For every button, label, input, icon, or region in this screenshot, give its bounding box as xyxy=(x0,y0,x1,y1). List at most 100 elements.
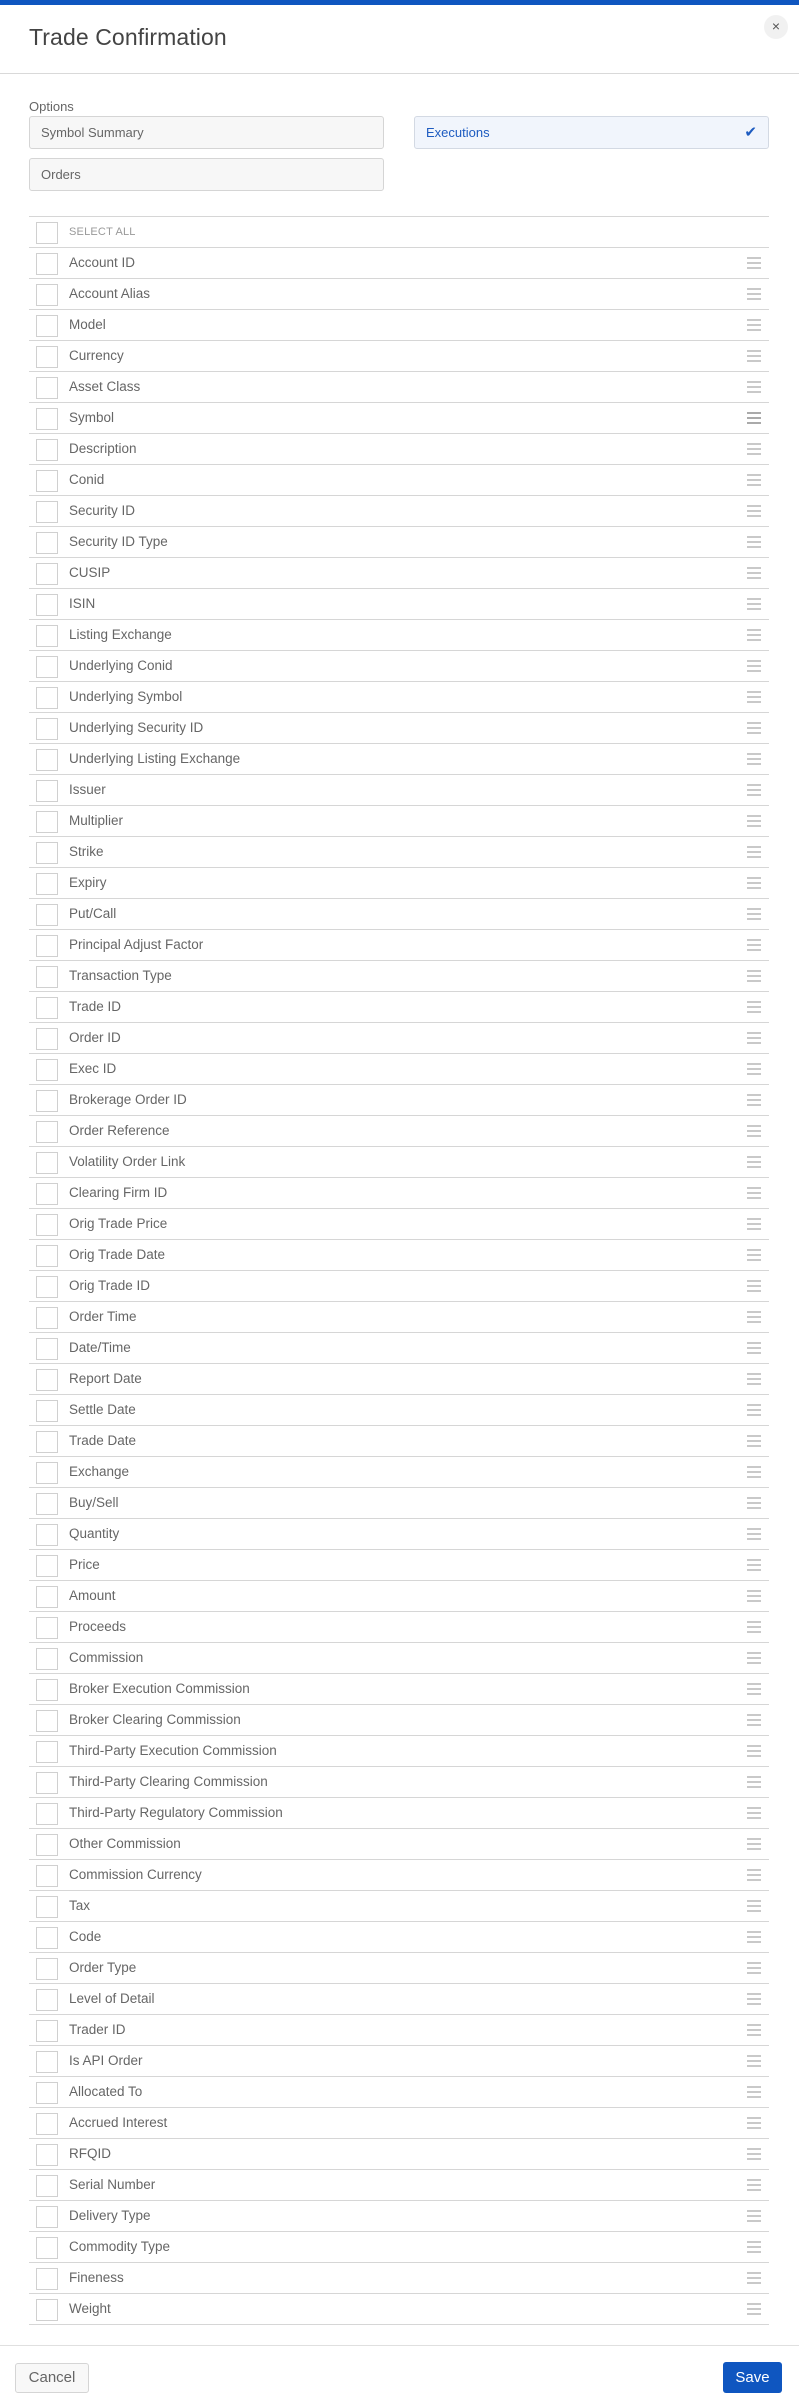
drag-handle-icon[interactable] xyxy=(747,1032,761,1044)
field-checkbox[interactable] xyxy=(36,2113,58,2135)
drag-handle-icon[interactable] xyxy=(747,1900,761,1912)
field-row[interactable]: Account ID xyxy=(29,248,769,279)
field-row[interactable]: Transaction Type xyxy=(29,961,769,992)
field-checkbox[interactable] xyxy=(36,966,58,988)
field-checkbox[interactable] xyxy=(36,1121,58,1143)
drag-handle-icon[interactable] xyxy=(747,691,761,703)
field-row[interactable]: Description xyxy=(29,434,769,465)
field-row[interactable]: Order Type xyxy=(29,1953,769,1984)
field-row[interactable]: Report Date xyxy=(29,1364,769,1395)
drag-handle-icon[interactable] xyxy=(747,1373,761,1385)
drag-handle-icon[interactable] xyxy=(747,1652,761,1664)
field-row[interactable]: Clearing Firm ID xyxy=(29,1178,769,1209)
drag-handle-icon[interactable] xyxy=(747,1528,761,1540)
drag-handle-icon[interactable] xyxy=(747,381,761,393)
field-row[interactable]: Commission xyxy=(29,1643,769,1674)
field-checkbox[interactable] xyxy=(36,501,58,523)
field-row[interactable]: Date/Time xyxy=(29,1333,769,1364)
field-row[interactable]: Order Time xyxy=(29,1302,769,1333)
field-row[interactable]: Serial Number xyxy=(29,2170,769,2201)
field-row[interactable]: Other Commission xyxy=(29,1829,769,1860)
field-checkbox[interactable] xyxy=(36,1276,58,1298)
field-row[interactable]: Security ID xyxy=(29,496,769,527)
field-checkbox[interactable] xyxy=(36,1462,58,1484)
drag-handle-icon[interactable] xyxy=(747,1249,761,1261)
drag-handle-icon[interactable] xyxy=(747,1094,761,1106)
field-row[interactable]: Issuer xyxy=(29,775,769,806)
drag-handle-icon[interactable] xyxy=(747,1156,761,1168)
field-checkbox[interactable] xyxy=(36,2144,58,2166)
field-checkbox[interactable] xyxy=(36,1834,58,1856)
drag-handle-icon[interactable] xyxy=(747,257,761,269)
option-executions[interactable]: Executions ✔ xyxy=(414,116,769,149)
drag-handle-icon[interactable] xyxy=(747,2055,761,2067)
drag-handle-icon[interactable] xyxy=(747,1962,761,1974)
field-row[interactable]: Volatility Order Link xyxy=(29,1147,769,1178)
field-row[interactable]: Asset Class xyxy=(29,372,769,403)
field-checkbox[interactable] xyxy=(36,1400,58,1422)
field-checkbox[interactable] xyxy=(36,2237,58,2259)
drag-handle-icon[interactable] xyxy=(747,1063,761,1075)
drag-handle-icon[interactable] xyxy=(747,1404,761,1416)
field-checkbox[interactable] xyxy=(36,2082,58,2104)
cancel-button[interactable]: Cancel xyxy=(15,2363,89,2393)
drag-handle-icon[interactable] xyxy=(747,1466,761,1478)
field-checkbox[interactable] xyxy=(36,1741,58,1763)
field-checkbox[interactable] xyxy=(36,1555,58,1577)
drag-handle-icon[interactable] xyxy=(747,1280,761,1292)
drag-handle-icon[interactable] xyxy=(747,2241,761,2253)
field-row[interactable]: Quantity xyxy=(29,1519,769,1550)
field-checkbox[interactable] xyxy=(36,2299,58,2321)
drag-handle-icon[interactable] xyxy=(747,877,761,889)
field-row[interactable]: Underlying Symbol xyxy=(29,682,769,713)
field-checkbox[interactable] xyxy=(36,2268,58,2290)
field-row[interactable]: Price xyxy=(29,1550,769,1581)
field-checkbox[interactable] xyxy=(36,1617,58,1639)
drag-handle-icon[interactable] xyxy=(747,970,761,982)
field-row[interactable]: Is API Order xyxy=(29,2046,769,2077)
drag-handle-icon[interactable] xyxy=(747,505,761,517)
drag-handle-icon[interactable] xyxy=(747,1745,761,1757)
field-row[interactable]: Third-Party Regulatory Commission xyxy=(29,1798,769,1829)
drag-handle-icon[interactable] xyxy=(747,474,761,486)
drag-handle-icon[interactable] xyxy=(747,1497,761,1509)
field-row[interactable]: Put/Call xyxy=(29,899,769,930)
field-checkbox[interactable] xyxy=(36,811,58,833)
field-checkbox[interactable] xyxy=(36,1245,58,1267)
field-checkbox[interactable] xyxy=(36,2051,58,2073)
field-row[interactable]: Fineness xyxy=(29,2263,769,2294)
field-row[interactable]: Trade ID xyxy=(29,992,769,1023)
field-checkbox[interactable] xyxy=(36,904,58,926)
field-row[interactable]: Delivery Type xyxy=(29,2201,769,2232)
drag-handle-icon[interactable] xyxy=(747,1590,761,1602)
field-checkbox[interactable] xyxy=(36,1679,58,1701)
field-row[interactable]: Settle Date xyxy=(29,1395,769,1426)
drag-handle-icon[interactable] xyxy=(747,846,761,858)
field-checkbox[interactable] xyxy=(36,532,58,554)
field-row[interactable]: Brokerage Order ID xyxy=(29,1085,769,1116)
field-row[interactable]: Buy/Sell xyxy=(29,1488,769,1519)
drag-handle-icon[interactable] xyxy=(747,1807,761,1819)
drag-handle-icon[interactable] xyxy=(747,2210,761,2222)
field-row[interactable]: Strike xyxy=(29,837,769,868)
select-all-row[interactable]: SELECT ALL xyxy=(29,217,769,248)
field-checkbox[interactable] xyxy=(36,1524,58,1546)
field-row[interactable]: Symbol xyxy=(29,403,769,434)
drag-handle-icon[interactable] xyxy=(747,1559,761,1571)
field-checkbox[interactable] xyxy=(36,470,58,492)
field-checkbox[interactable] xyxy=(36,2206,58,2228)
drag-handle-icon[interactable] xyxy=(747,1342,761,1354)
field-checkbox[interactable] xyxy=(36,377,58,399)
field-row[interactable]: Security ID Type xyxy=(29,527,769,558)
drag-handle-icon[interactable] xyxy=(747,443,761,455)
field-checkbox[interactable] xyxy=(36,1214,58,1236)
field-checkbox[interactable] xyxy=(36,284,58,306)
field-checkbox[interactable] xyxy=(36,687,58,709)
drag-handle-icon[interactable] xyxy=(747,1869,761,1881)
field-row[interactable]: Multiplier xyxy=(29,806,769,837)
drag-handle-icon[interactable] xyxy=(747,753,761,765)
field-row[interactable]: Level of Detail xyxy=(29,1984,769,2015)
field-checkbox[interactable] xyxy=(36,315,58,337)
drag-handle-icon[interactable] xyxy=(747,319,761,331)
field-checkbox[interactable] xyxy=(36,1338,58,1360)
